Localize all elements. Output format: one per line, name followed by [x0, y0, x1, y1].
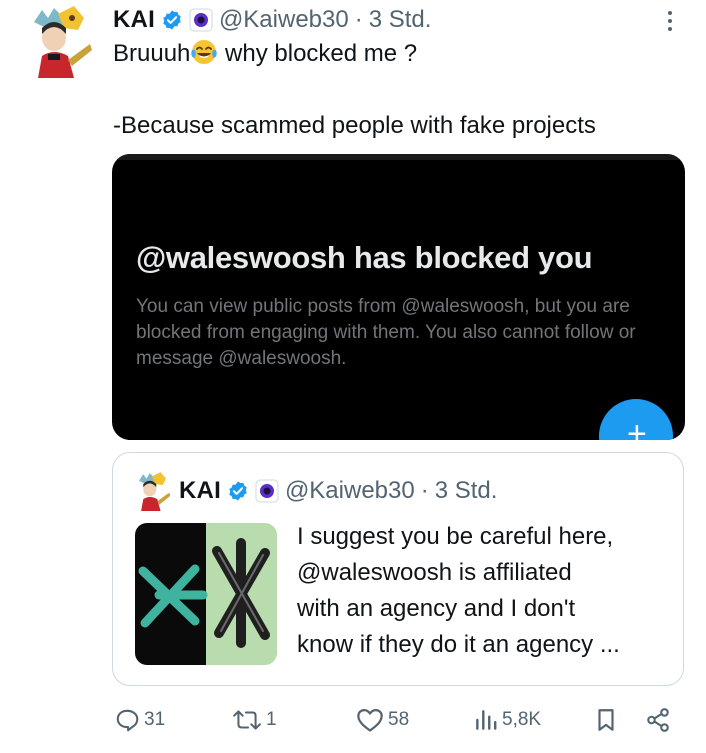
quoted-tweet-timestamp: 3 Std.	[434, 477, 498, 504]
quoted-tweet-header: KAI @Kaiweb30 · 3 Std.	[179, 473, 497, 509]
avatar-image	[135, 471, 171, 511]
media-top-strip	[112, 154, 685, 160]
reply-icon	[116, 709, 139, 732]
quoted-text-line: know if they do it an agency ...	[297, 631, 620, 658]
quoted-tweet-text: I suggest you be careful here, @waleswoo…	[297, 519, 677, 663]
affiliate-badge-icon[interactable]	[189, 8, 213, 32]
tweet-text-line-1: Bruuuh why blocked me ?	[113, 38, 417, 70]
tweet-timestamp[interactable]: 3 Std.	[369, 2, 432, 38]
tweet-media-image[interactable]: @waleswoosh has blocked you You can view…	[112, 154, 685, 440]
like-count: 58	[388, 709, 410, 730]
repost-icon	[233, 710, 261, 730]
like-button[interactable]: 58	[356, 700, 409, 740]
tweet-actions: 31 1 58 5,8K	[0, 700, 706, 740]
quoted-text-line: I suggest you be careful here,	[297, 523, 614, 550]
media-body: You can view public posts from @waleswoo…	[136, 296, 636, 369]
tweet: KAI @Kaiweb30 · 3 Std. Bruuuh why blocke…	[0, 0, 706, 753]
views-chart-icon	[476, 710, 497, 730]
quoted-text-line: @waleswoosh is affiliated	[297, 559, 572, 586]
quoted-text-line: with an agency and I don't	[297, 595, 576, 622]
repost-count: 1	[266, 709, 277, 730]
quoted-tweet[interactable]: KAI @Kaiweb30 · 3 Std. I suggest you be …	[112, 452, 684, 686]
header-separator: ·	[420, 477, 429, 504]
media-title: @waleswoosh has blocked you	[136, 240, 593, 275]
face-with-tears-of-joy-icon	[191, 40, 218, 64]
reply-count: 31	[144, 709, 166, 730]
tweet-text-part: why blocked me ?	[218, 40, 418, 67]
avatar-image	[28, 4, 92, 78]
verified-badge-icon[interactable]	[161, 9, 183, 31]
header-separator: ·	[354, 6, 363, 33]
author-handle[interactable]: @Kaiweb30	[219, 2, 349, 38]
views-count: 5,8K	[502, 709, 542, 730]
tweet-text-line-2: -Because scammed people with fake projec…	[113, 112, 596, 139]
tweet-header: KAI @Kaiweb30 · 3 Std.	[113, 2, 431, 38]
affiliate-badge-icon	[255, 479, 279, 503]
quoted-author-name[interactable]: KAI	[179, 477, 221, 505]
share-button[interactable]	[645, 700, 671, 740]
bookmark-button[interactable]	[595, 700, 617, 740]
quoted-author-handle: @Kaiweb30	[284, 477, 415, 504]
verified-badge-icon	[229, 481, 247, 501]
author-name[interactable]: KAI	[113, 2, 155, 38]
share-icon	[647, 708, 669, 732]
plus-icon: +	[627, 415, 647, 440]
repost-button[interactable]: 1	[232, 700, 277, 740]
views-button[interactable]: 5,8K	[474, 700, 541, 740]
author-avatar[interactable]	[28, 4, 92, 78]
bookmark-icon	[598, 709, 614, 731]
more-options-icon[interactable]	[660, 6, 680, 36]
quoted-tweet-image[interactable]	[135, 523, 277, 665]
quoted-author-avatar[interactable]	[135, 471, 171, 511]
logo-image	[135, 523, 277, 665]
heart-icon	[357, 708, 383, 732]
reply-button[interactable]: 31	[114, 700, 165, 740]
tweet-text-part: Bruuuh	[113, 40, 191, 67]
